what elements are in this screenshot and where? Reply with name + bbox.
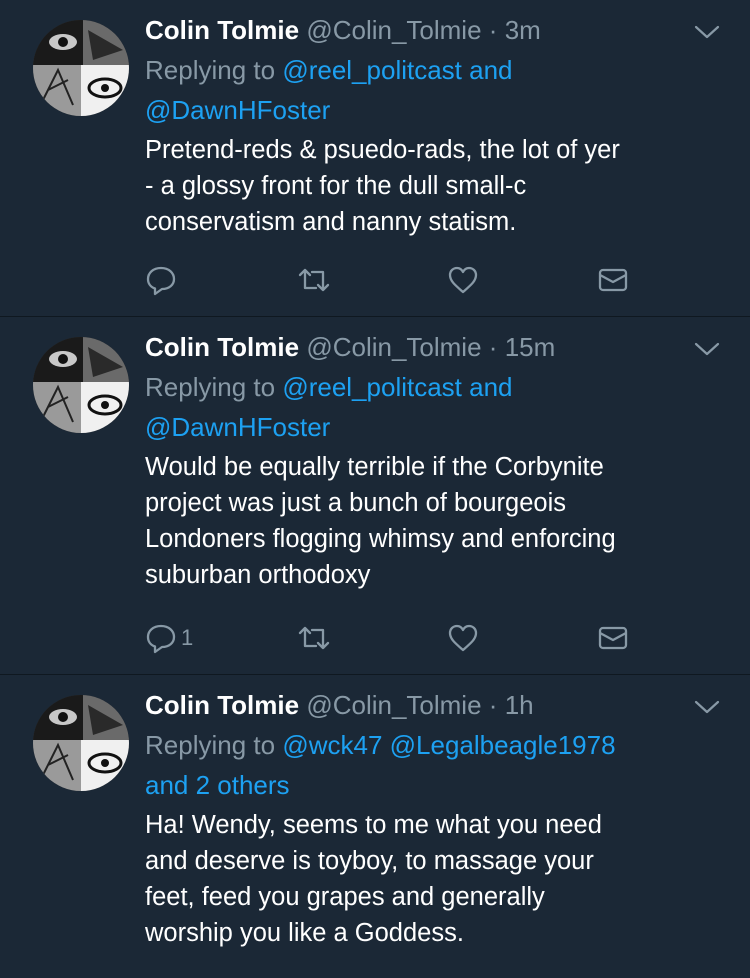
author-handle[interactable]: @Colin_Tolmie [306, 15, 481, 45]
author-name[interactable]: Colin Tolmie [145, 15, 299, 45]
tweet-text-line: conservatism and nanny statism. [145, 208, 517, 236]
dm-button[interactable] [597, 260, 629, 300]
replying-prefix: Replying to [145, 730, 276, 760]
chevron-down-icon[interactable] [694, 697, 720, 717]
tweet[interactable]: Colin Tolmie @Colin_Tolmie · 3m Replying… [0, 0, 750, 317]
tweet-text-line: Would be equally terrible if the Corbyni… [145, 453, 604, 481]
reply-mentions-link[interactable]: @wck47 @Legalbeagle1978 [282, 730, 615, 760]
tweet-text-line: - a glossy front for the dull small-c [145, 172, 527, 200]
chevron-down-icon[interactable] [694, 339, 720, 359]
heart-icon [448, 624, 478, 652]
tweet-text-line: project was just a bunch of bourgeois [145, 489, 566, 517]
author-handle[interactable]: @Colin_Tolmie [306, 690, 481, 720]
dm-button[interactable] [597, 618, 629, 658]
retweet-button[interactable] [297, 618, 331, 658]
tweet-header: Colin Tolmie @Colin_Tolmie · 3m [145, 14, 725, 46]
reply-count: 1 [181, 625, 194, 650]
tweet-header: Colin Tolmie @Colin_Tolmie · 15m [145, 331, 725, 363]
author-name[interactable]: Colin Tolmie [145, 332, 299, 362]
replying-to: Replying to @wck47 @Legalbeagle1978 and … [145, 725, 725, 805]
tweet-text-line: Ha! Wendy, seems to me what you need [145, 811, 602, 839]
tweet[interactable]: Colin Tolmie @Colin_Tolmie · 1h Replying… [0, 675, 750, 978]
replying-prefix: Replying to [145, 55, 276, 85]
tweet-actions [145, 260, 645, 300]
chevron-down-icon[interactable] [694, 22, 720, 42]
timestamp[interactable]: 1h [505, 690, 534, 720]
tweet-text: Would be equally terrible if the Corbyni… [145, 449, 725, 593]
retweet-icon [298, 268, 330, 292]
tweet-text-line: feet, feed you grapes and generally [145, 883, 545, 911]
tweet-text-line: suburban orthodoxy [145, 561, 371, 589]
like-button[interactable] [447, 260, 479, 300]
tweet[interactable]: Colin Tolmie @Colin_Tolmie · 15m Replyin… [0, 317, 750, 675]
timestamp[interactable]: 15m [505, 332, 556, 362]
tweet-header: Colin Tolmie @Colin_Tolmie · 1h [145, 689, 725, 721]
reply-mentions-link[interactable]: @reel_politcast and [282, 55, 512, 85]
like-button[interactable] [447, 618, 479, 658]
tweet-text-line: and deserve is toyboy, to massage your [145, 847, 594, 875]
heart-icon [448, 266, 478, 294]
tweet-actions: 1 [145, 618, 645, 658]
tweet-text: Ha! Wendy, seems to me what you need and… [145, 807, 725, 951]
replying-prefix: Replying to [145, 372, 276, 402]
tweet-text: Pretend-reds & psuedo-rads, the lot of y… [145, 132, 725, 240]
reply-mentions-link-2[interactable]: and 2 others [145, 770, 290, 800]
reply-button[interactable] [145, 260, 181, 300]
reply-mentions-link-2[interactable]: @DawnHFoster [145, 412, 330, 442]
avatar[interactable] [33, 20, 129, 116]
separator: · [488, 15, 498, 45]
reply-mentions-link[interactable]: @reel_politcast and [282, 372, 512, 402]
avatar[interactable] [33, 695, 129, 791]
reply-icon [146, 624, 176, 654]
replying-to: Replying to @reel_politcast and @DawnHFo… [145, 367, 725, 447]
reply-mentions-link-2[interactable]: @DawnHFoster [145, 95, 330, 125]
envelope-icon [598, 626, 628, 650]
author-name[interactable]: Colin Tolmie [145, 690, 299, 720]
tweet-text-line: Londoners flogging whimsy and enforcing [145, 525, 616, 553]
reply-button[interactable]: 1 [145, 618, 193, 658]
envelope-icon [598, 268, 628, 292]
author-handle[interactable]: @Colin_Tolmie [306, 332, 481, 362]
retweet-button[interactable] [297, 260, 331, 300]
avatar[interactable] [33, 337, 129, 433]
separator: · [488, 690, 498, 720]
retweet-icon [298, 626, 330, 650]
replying-to: Replying to @reel_politcast and @DawnHFo… [145, 50, 725, 130]
tweet-text-line: Pretend-reds & psuedo-rads, the lot of y… [145, 136, 620, 164]
tweet-text-line: worship you like a Goddess. [145, 919, 464, 947]
reply-icon [146, 266, 176, 296]
timestamp[interactable]: 3m [505, 15, 541, 45]
separator: · [488, 332, 498, 362]
